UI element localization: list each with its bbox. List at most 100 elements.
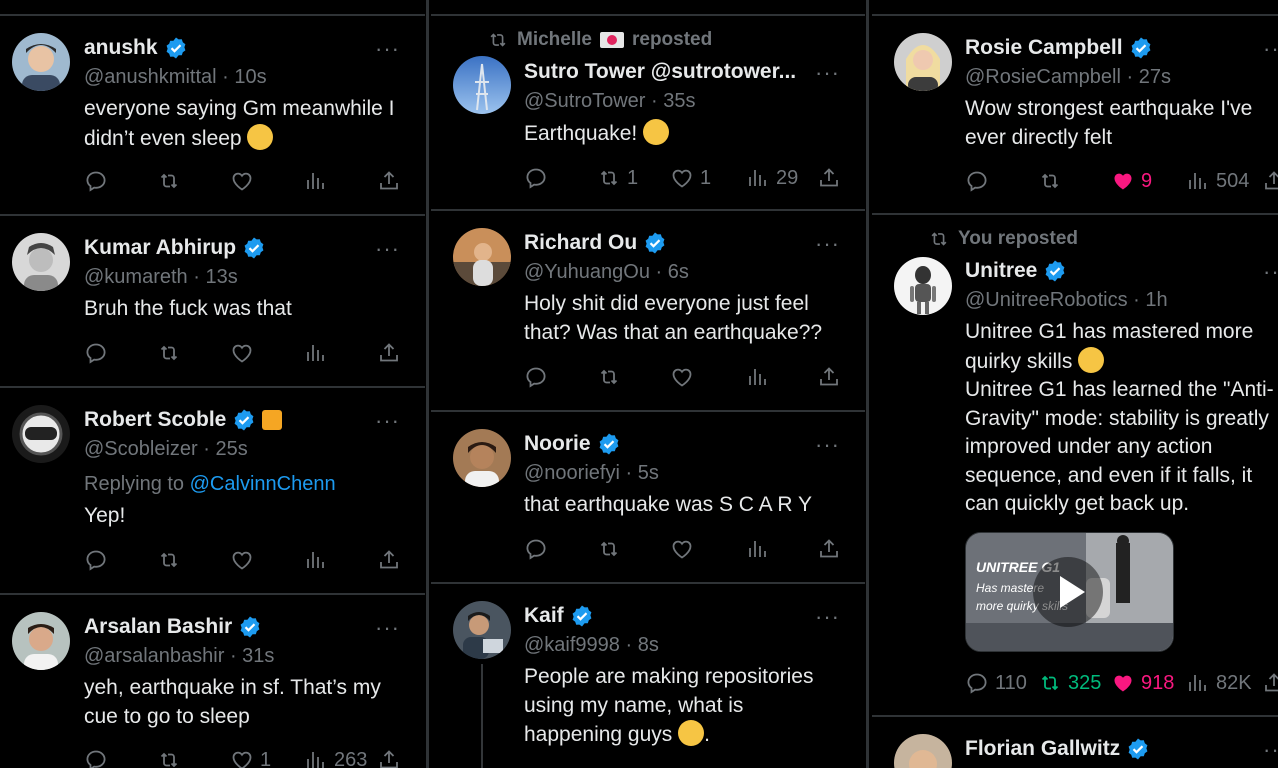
more-icon[interactable]: ··· xyxy=(815,231,840,257)
tweet[interactable]: Michelle reposted Sutro Tower @sutrotowe… xyxy=(431,16,865,209)
like-button[interactable]: 918 xyxy=(1111,671,1174,695)
views-button[interactable] xyxy=(304,548,328,572)
avatar[interactable] xyxy=(894,257,952,315)
avatar[interactable] xyxy=(453,429,511,487)
timestamp[interactable]: 13s xyxy=(205,266,237,288)
reply-button[interactable] xyxy=(524,365,548,389)
views-button[interactable]: 29 xyxy=(746,166,798,190)
more-icon[interactable]: ··· xyxy=(1263,36,1278,62)
share-button[interactable] xyxy=(1262,169,1278,193)
author-name[interactable]: anushk xyxy=(84,36,158,60)
share-button[interactable] xyxy=(817,365,841,389)
avatar[interactable] xyxy=(453,56,511,114)
video-thumbnail[interactable]: UNITREE G1 Has mastere more quirky skill… xyxy=(965,532,1174,652)
author-handle[interactable]: @RosieCampbell xyxy=(965,66,1121,88)
avatar[interactable] xyxy=(12,405,70,463)
author-handle[interactable]: @YuhuangOu xyxy=(524,261,650,283)
views-button[interactable] xyxy=(304,341,328,365)
play-button[interactable] xyxy=(1033,557,1103,627)
author-handle[interactable]: @kaif9998 xyxy=(524,634,620,656)
like-button[interactable] xyxy=(670,365,694,389)
author-handle[interactable]: @kumareth xyxy=(84,266,188,288)
reply-button[interactable] xyxy=(524,537,548,561)
like-button[interactable] xyxy=(230,548,254,572)
views-button[interactable] xyxy=(746,365,770,389)
like-button[interactable] xyxy=(230,341,254,365)
timestamp[interactable]: 10s xyxy=(234,66,266,88)
author-name[interactable]: Unitree xyxy=(965,259,1037,283)
views-button[interactable]: 504 xyxy=(1186,169,1249,193)
tweet[interactable]: Florian Gallwitz ··· xyxy=(872,717,1278,768)
retweet-button[interactable] xyxy=(1038,169,1062,193)
more-icon[interactable]: ··· xyxy=(815,432,840,458)
author-handle[interactable]: @nooriefyi xyxy=(524,462,620,484)
timestamp[interactable]: 8s xyxy=(638,634,659,656)
retweet-button[interactable] xyxy=(157,748,181,768)
reply-button[interactable]: 110 xyxy=(965,671,1027,695)
author-handle[interactable]: @UnitreeRobotics xyxy=(965,289,1128,311)
avatar[interactable] xyxy=(894,734,952,768)
reply-to-link[interactable]: @CalvinnChenn xyxy=(190,473,336,495)
retweet-button[interactable]: 1 xyxy=(597,166,638,190)
timestamp[interactable]: 6s xyxy=(668,261,689,283)
reply-button[interactable] xyxy=(84,169,108,193)
tweet[interactable]: Noorie @nooriefyi · 5s that earthquake w… xyxy=(431,412,865,582)
author-handle[interactable]: @Scobleizer xyxy=(84,438,198,460)
author-name[interactable]: Arsalan Bashir xyxy=(84,615,232,639)
share-button[interactable] xyxy=(817,166,841,190)
views-button[interactable]: 263 xyxy=(304,748,367,768)
like-button[interactable] xyxy=(670,537,694,561)
retweet-button[interactable] xyxy=(597,365,621,389)
share-button[interactable] xyxy=(817,537,841,561)
author-handle[interactable]: @arsalanbashir xyxy=(84,645,224,667)
reply-button[interactable] xyxy=(524,166,548,190)
share-button[interactable] xyxy=(1262,671,1278,695)
author-name[interactable]: Rosie Campbell xyxy=(965,36,1123,60)
like-button[interactable]: 1 xyxy=(230,748,271,768)
retweet-button[interactable] xyxy=(157,169,181,193)
more-icon[interactable]: ··· xyxy=(815,604,840,630)
author-name[interactable]: Robert Scoble xyxy=(84,408,226,432)
author-name[interactable]: Richard Ou xyxy=(524,231,637,255)
tweet[interactable]: You reposted Unitree @UnitreeRobotics · … xyxy=(872,215,1278,715)
more-icon[interactable]: ··· xyxy=(1263,259,1278,285)
more-icon[interactable]: ··· xyxy=(375,408,400,434)
timestamp[interactable]: 25s xyxy=(215,438,247,460)
author-handle[interactable]: @anushkmittal xyxy=(84,66,217,88)
like-button[interactable]: 9 xyxy=(1111,169,1152,193)
views-button[interactable] xyxy=(304,169,328,193)
views-button[interactable]: 82K xyxy=(1186,671,1252,695)
tweet[interactable]: Robert Scoble @Scobleizer · 25s Replying… xyxy=(0,388,425,593)
avatar[interactable] xyxy=(894,33,952,91)
timestamp[interactable]: 35s xyxy=(663,90,695,112)
retweet-button[interactable]: 325 xyxy=(1038,671,1101,695)
tweet[interactable]: anushk @anushkmittal · 10s everyone sayi… xyxy=(0,16,425,214)
timestamp[interactable]: 31s xyxy=(242,645,274,667)
avatar[interactable] xyxy=(453,601,511,659)
retweet-button[interactable] xyxy=(597,537,621,561)
more-icon[interactable]: ··· xyxy=(375,615,400,641)
reposter-name[interactable]: Michelle xyxy=(517,29,592,51)
author-name[interactable]: Sutro Tower @sutrotower... xyxy=(524,60,796,84)
reply-button[interactable] xyxy=(965,169,989,193)
more-icon[interactable]: ··· xyxy=(375,36,400,62)
author-handle[interactable]: @SutroTower xyxy=(524,90,645,112)
more-icon[interactable]: ··· xyxy=(815,60,840,86)
tweet[interactable]: Kaif @kaif9998 · 8s People are making re… xyxy=(431,584,865,768)
author-name[interactable]: Florian Gallwitz xyxy=(965,737,1120,761)
reply-button[interactable] xyxy=(84,341,108,365)
author-name[interactable]: Noorie xyxy=(524,432,591,456)
share-button[interactable] xyxy=(377,341,401,365)
like-button[interactable]: 1 xyxy=(670,166,711,190)
retweet-button[interactable] xyxy=(157,548,181,572)
timestamp[interactable]: 1h xyxy=(1145,289,1167,311)
avatar[interactable] xyxy=(12,33,70,91)
reply-button[interactable] xyxy=(84,748,108,768)
avatar[interactable] xyxy=(12,612,70,670)
views-button[interactable] xyxy=(746,537,770,561)
reply-button[interactable] xyxy=(84,548,108,572)
retweet-button[interactable] xyxy=(157,341,181,365)
author-name[interactable]: Kumar Abhirup xyxy=(84,236,236,260)
like-button[interactable] xyxy=(230,169,254,193)
avatar[interactable] xyxy=(453,228,511,286)
